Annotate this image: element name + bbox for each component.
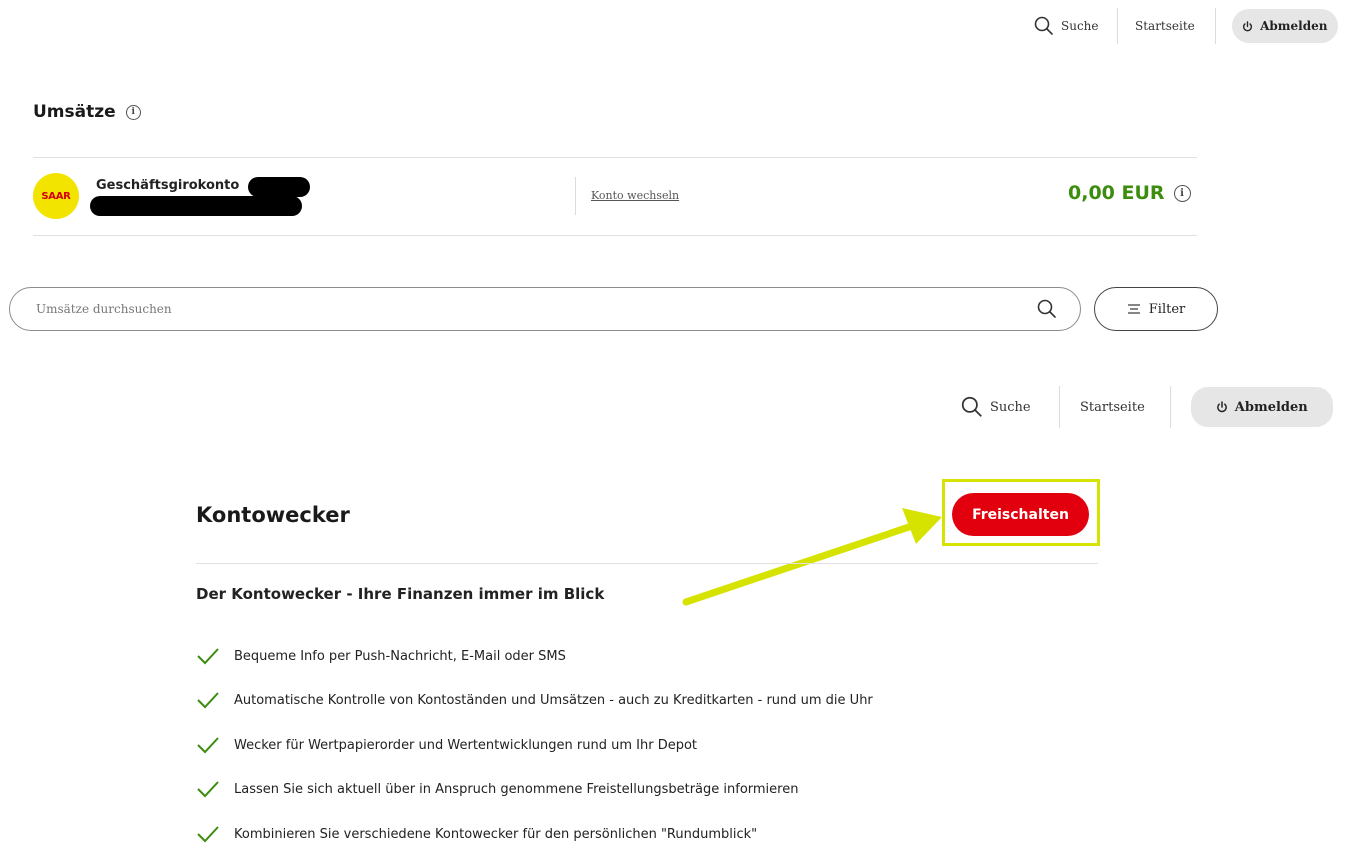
account-divider: [575, 177, 576, 215]
search-nav-label: Suche: [1061, 19, 1099, 33]
account-balance: 0,00 EUR i: [1068, 182, 1191, 204]
info-icon[interactable]: i: [1173, 184, 1191, 202]
logout-label: Abmelden: [1234, 399, 1308, 415]
nav-divider: [1169, 386, 1171, 428]
bank-logo: SAAR: [33, 173, 79, 219]
feature-item: Bequeme Info per Push-Nachricht, E-Mail …: [196, 647, 566, 665]
info-icon[interactable]: i: [125, 104, 141, 120]
page-title: Umsätze i: [33, 102, 141, 122]
arrow-annotation: [682, 508, 942, 606]
divider: [196, 563, 1098, 564]
feature-item: Kombinieren Sie verschiedene Kontowecker…: [196, 825, 757, 843]
unlock-button[interactable]: Freischalten: [952, 493, 1089, 536]
search-icon[interactable]: [1036, 298, 1058, 320]
power-icon: [1216, 401, 1227, 413]
switch-account-link[interactable]: Konto wechseln: [591, 189, 679, 202]
logout-button[interactable]: Abmelden: [1231, 9, 1338, 43]
home-nav-link[interactable]: Startseite: [1118, 19, 1215, 33]
feature-item: Automatische Kontrolle von Kontoständen …: [196, 691, 873, 709]
filter-icon: [1127, 304, 1140, 314]
account-name: Geschäftsgirokonto: [96, 178, 240, 193]
feature-item: Wecker für Wertpapierorder und Wertentwi…: [196, 736, 697, 754]
filter-label: Filter: [1148, 301, 1186, 317]
logout-label: Abmelden: [1260, 19, 1328, 33]
home-nav-link[interactable]: Startseite: [1060, 400, 1170, 415]
bank-logo-text: SAAR: [41, 190, 71, 202]
feature-item: Lassen Sie sich aktuell über in Anspruch…: [196, 780, 798, 798]
search-nav-button[interactable]: Suche: [1033, 15, 1117, 37]
feature-text: Lassen Sie sich aktuell über in Anspruch…: [234, 781, 799, 797]
check-icon: [197, 648, 219, 665]
home-nav-label: Startseite: [1135, 19, 1195, 33]
top-nav: Suche Startseite Abmelden: [1033, 8, 1338, 44]
search-nav-label: Suche: [990, 399, 1031, 415]
feature-text: Kombinieren Sie verschiedene Kontowecker…: [234, 826, 758, 842]
top-nav: Suche Startseite Abmelden: [960, 386, 1333, 428]
divider: [33, 157, 1197, 158]
redaction-bar: [248, 177, 310, 197]
transaction-search: [9, 287, 1081, 331]
logout-button[interactable]: Abmelden: [1190, 387, 1333, 427]
nav-divider: [1214, 8, 1216, 44]
filter-button[interactable]: Filter: [1094, 287, 1218, 331]
check-icon: [197, 737, 219, 754]
feature-text: Bequeme Info per Push-Nachricht, E-Mail …: [234, 648, 566, 664]
feature-text: Wecker für Wertpapierorder und Wertentwi…: [234, 737, 698, 753]
kontowecker-title: Kontowecker: [196, 503, 350, 527]
search-nav-button[interactable]: Suche: [960, 395, 1059, 419]
redaction-bar: [90, 196, 302, 216]
check-icon: [197, 692, 219, 709]
page-title-text: Umsätze: [33, 102, 116, 122]
search-icon: [961, 396, 982, 417]
balance-value: 0,00 EUR: [1068, 182, 1165, 204]
feature-text: Automatische Kontrolle von Kontoständen …: [234, 692, 873, 708]
check-icon: [197, 826, 219, 843]
check-icon: [197, 781, 219, 798]
kontowecker-subtitle: Der Kontowecker - Ihre Finanzen immer im…: [196, 585, 605, 603]
search-input[interactable]: [34, 301, 1018, 317]
power-icon: [1243, 20, 1253, 31]
divider: [33, 235, 1197, 236]
home-nav-label: Startseite: [1080, 399, 1145, 415]
search-icon: [1034, 16, 1053, 35]
